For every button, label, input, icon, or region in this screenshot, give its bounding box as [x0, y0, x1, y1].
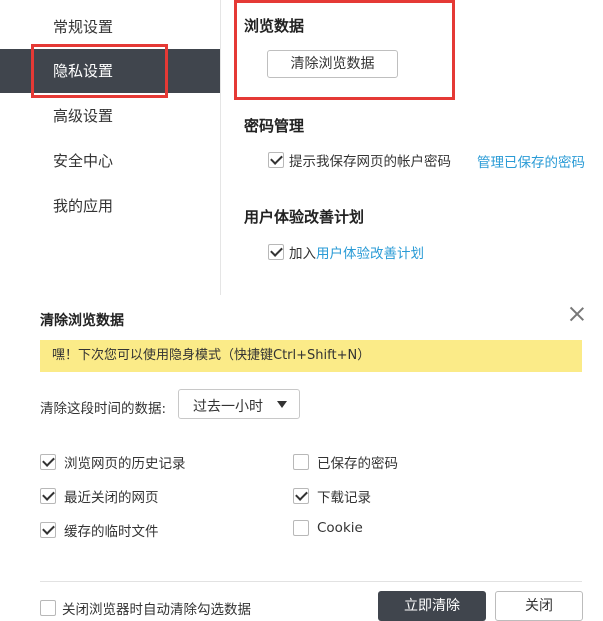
saved-passwords-label: 已保存的密码	[317, 456, 398, 472]
sidebar-item-label: 隐私设置	[53, 62, 114, 80]
auto-clear-label: 关闭浏览器时自动清除勾选数据	[62, 602, 251, 618]
join-ux-plan-prefix: 加入	[289, 246, 316, 262]
browsing-data-title: 浏览数据	[244, 17, 305, 35]
recently-closed-checkbox[interactable]	[40, 488, 56, 504]
sidebar-item-security-center[interactable]: 安全中心	[0, 139, 220, 183]
option-saved-passwords[interactable]: 已保存的密码	[293, 452, 398, 472]
clear-browsing-data-dialog: 清除浏览数据 嘿！下次您可以使用隐身模式（快捷键Ctrl+Shift+N） 清除…	[0, 296, 603, 621]
cookie-checkbox[interactable]	[293, 520, 309, 536]
option-cache[interactable]: 缓存的临时文件	[40, 520, 159, 540]
option-downloads[interactable]: 下载记录	[293, 486, 371, 506]
incognito-tip-banner: 嘿！下次您可以使用隐身模式（快捷键Ctrl+Shift+N）	[40, 340, 582, 372]
sidebar-item-general[interactable]: 常规设置	[0, 5, 220, 49]
settings-sidebar: 常规设置 隐私设置 高级设置 安全中心 我的应用	[0, 0, 221, 295]
manage-saved-passwords-link[interactable]: 管理已保存的密码	[477, 151, 585, 171]
sidebar-item-label: 安全中心	[53, 152, 114, 170]
time-range-select[interactable]: 过去一小时	[178, 389, 300, 419]
auto-clear-checkbox[interactable]	[40, 600, 56, 616]
option-history[interactable]: 浏览网页的历史记录	[40, 452, 186, 472]
history-checkbox[interactable]	[40, 454, 56, 470]
dialog-divider	[40, 581, 582, 582]
history-label: 浏览网页的历史记录	[64, 456, 186, 472]
time-range-value: 过去一小时	[193, 399, 263, 415]
close-button[interactable]: 关闭	[495, 591, 583, 621]
clear-browsing-data-button[interactable]: 清除浏览数据	[267, 50, 398, 78]
sidebar-item-label: 我的应用	[53, 197, 114, 215]
sidebar-item-advanced[interactable]: 高级设置	[0, 94, 220, 138]
option-cookie[interactable]: Cookie	[293, 520, 363, 536]
close-icon[interactable]	[566, 304, 588, 326]
offer-save-password-label: 提示我保存网页的帐户密码	[289, 154, 451, 170]
offer-save-password-row: 提示我保存网页的帐户密码	[268, 150, 451, 170]
option-recently-closed[interactable]: 最近关闭的网页	[40, 486, 159, 506]
join-ux-plan-row: 加入用户体验改善计划	[268, 242, 424, 262]
downloads-checkbox[interactable]	[293, 488, 309, 504]
offer-save-password-checkbox[interactable]	[268, 152, 284, 168]
clear-now-button[interactable]: 立即清除	[378, 591, 486, 621]
downloads-label: 下载记录	[317, 490, 371, 506]
auto-clear-option[interactable]: 关闭浏览器时自动清除勾选数据	[40, 598, 251, 618]
cache-checkbox[interactable]	[40, 522, 56, 538]
cache-label: 缓存的临时文件	[64, 524, 159, 540]
recently-closed-label: 最近关闭的网页	[64, 490, 159, 506]
dropdown-arrow-icon	[277, 401, 287, 408]
sidebar-item-privacy[interactable]: 隐私设置	[0, 49, 220, 93]
join-ux-plan-checkbox[interactable]	[268, 244, 284, 260]
sidebar-item-label: 常规设置	[53, 18, 114, 36]
ux-improvement-title: 用户体验改善计划	[244, 208, 365, 226]
sidebar-item-label: 高级设置	[53, 107, 114, 125]
password-management-title: 密码管理	[244, 117, 305, 135]
saved-passwords-checkbox[interactable]	[293, 454, 309, 470]
sidebar-item-my-apps[interactable]: 我的应用	[0, 184, 220, 228]
cookie-label: Cookie	[317, 520, 363, 536]
time-range-label: 清除这段时间的数据:	[40, 401, 167, 417]
dialog-title: 清除浏览数据	[40, 313, 124, 329]
ux-plan-link[interactable]: 用户体验改善计划	[316, 246, 424, 262]
